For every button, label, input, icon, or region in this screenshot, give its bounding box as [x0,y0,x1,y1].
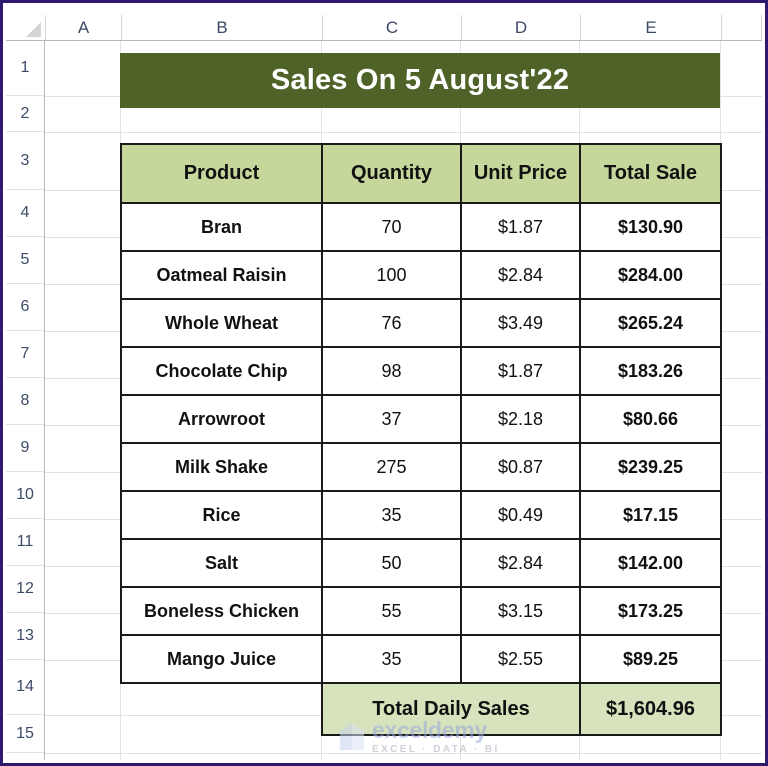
table-row[interactable]: Boneless Chicken 55 $3.15 $173.25 [120,586,722,636]
table-row[interactable]: Milk Shake 275 $0.87 $239.25 [120,442,722,492]
row-header-7[interactable]: 7 [6,331,44,378]
cell-product[interactable]: Bran [120,202,323,252]
cell-quantity[interactable]: 50 [321,538,462,588]
row-header-strip: 1 2 3 4 5 6 7 8 9 10 11 12 13 14 15 [6,41,45,760]
cell-unit-price[interactable]: $2.18 [460,394,581,444]
cell-total-sale[interactable]: $89.25 [579,634,722,684]
column-header-total-sale: Total Sale [579,143,722,204]
cell-unit-price[interactable]: $2.84 [460,538,581,588]
cell-unit-price[interactable]: $0.49 [460,490,581,540]
cell-quantity[interactable]: 98 [321,346,462,396]
cell-product[interactable]: Chocolate Chip [120,346,323,396]
gridline-horizontal-2 [45,132,762,133]
row-header-14[interactable]: 14 [6,660,44,715]
cell-total-sale[interactable]: $239.25 [579,442,722,492]
cell-total-sale[interactable]: $265.24 [579,298,722,348]
column-header-b[interactable]: B [122,15,323,40]
column-header-unit-price: Unit Price [460,143,581,204]
page-title: Sales On 5 August'22 [270,64,570,96]
cell-unit-price[interactable]: $0.87 [460,442,581,492]
cell-quantity[interactable]: 35 [321,490,462,540]
table-row[interactable]: Salt 50 $2.84 $142.00 [120,538,722,588]
cell-total-sale[interactable]: $80.66 [579,394,722,444]
cell-product[interactable]: Oatmeal Raisin [120,250,323,300]
column-header-e[interactable]: E [581,15,722,40]
sales-table: Product Quantity Unit Price Total Sale B… [120,143,722,736]
cell-total-sale[interactable]: $284.00 [579,250,722,300]
cell-quantity[interactable]: 100 [321,250,462,300]
table-row[interactable]: Whole Wheat 76 $3.49 $265.24 [120,298,722,348]
column-header-f-partial[interactable] [722,15,762,40]
select-all-triangle-icon [26,22,41,37]
sheet-title-banner: Sales On 5 August'22 [120,53,720,108]
row-header-1[interactable]: 1 [6,41,44,96]
row-header-9[interactable]: 9 [6,425,44,472]
table-row[interactable]: Bran 70 $1.87 $130.90 [120,202,722,252]
cell-quantity[interactable]: 37 [321,394,462,444]
column-header-c[interactable]: C [323,15,462,40]
row-header-4[interactable]: 4 [6,190,44,237]
cell-product[interactable]: Boneless Chicken [120,586,323,636]
table-row[interactable]: Mango Juice 35 $2.55 $89.25 [120,634,722,684]
cell-product[interactable]: Rice [120,490,323,540]
cell-total-sale[interactable]: $130.90 [579,202,722,252]
spreadsheet-window: A B C D E 1 2 3 4 5 6 7 8 9 10 11 12 13 … [0,0,768,766]
cell-unit-price[interactable]: $2.84 [460,250,581,300]
column-header-d[interactable]: D [462,15,581,40]
column-header-strip: A B C D E [6,15,762,41]
cell-unit-price[interactable]: $1.87 [460,346,581,396]
table-header-row: Product Quantity Unit Price Total Sale [120,143,722,204]
cell-quantity[interactable]: 275 [321,442,462,492]
cell-quantity[interactable]: 55 [321,586,462,636]
column-header-a[interactable]: A [46,15,122,40]
column-header-quantity: Quantity [321,143,462,204]
cell-product[interactable]: Arrowroot [120,394,323,444]
column-header-product: Product [120,143,323,204]
table-row[interactable]: Arrowroot 37 $2.18 $80.66 [120,394,722,444]
cell-product[interactable]: Mango Juice [120,634,323,684]
row-header-8[interactable]: 8 [6,378,44,425]
cell-quantity[interactable]: 70 [321,202,462,252]
table-row[interactable]: Chocolate Chip 98 $1.87 $183.26 [120,346,722,396]
gridline-horizontal-15 [45,753,762,754]
total-row-empty-cell [121,683,322,735]
cell-total-sale[interactable]: $173.25 [579,586,722,636]
table-row[interactable]: Rice 35 $0.49 $17.15 [120,490,722,540]
row-header-5[interactable]: 5 [6,237,44,284]
select-all-corner[interactable] [6,15,46,40]
table-body: Bran 70 $1.87 $130.90 Oatmeal Raisin 100… [120,202,722,736]
cell-total-sale[interactable]: $17.15 [579,490,722,540]
total-daily-sales-label: Total Daily Sales [321,682,581,736]
row-header-6[interactable]: 6 [6,284,44,331]
row-header-10[interactable]: 10 [6,472,44,519]
row-header-13[interactable]: 13 [6,613,44,660]
cell-quantity[interactable]: 76 [321,298,462,348]
table-row[interactable]: Oatmeal Raisin 100 $2.84 $284.00 [120,250,722,300]
cell-product[interactable]: Salt [120,538,323,588]
total-daily-sales-value[interactable]: $1,604.96 [579,682,722,736]
cell-unit-price[interactable]: $2.55 [460,634,581,684]
cell-unit-price[interactable]: $1.87 [460,202,581,252]
row-header-15[interactable]: 15 [6,715,44,753]
row-header-12[interactable]: 12 [6,566,44,613]
row-header-11[interactable]: 11 [6,519,44,566]
row-header-2[interactable]: 2 [6,96,44,132]
cell-product[interactable]: Whole Wheat [120,298,323,348]
cell-unit-price[interactable]: $3.49 [460,298,581,348]
cell-unit-price[interactable]: $3.15 [460,586,581,636]
cell-product[interactable]: Milk Shake [120,442,323,492]
cell-total-sale[interactable]: $142.00 [579,538,722,588]
total-row[interactable]: Total Daily Sales $1,604.96 [121,682,722,736]
cell-total-sale[interactable]: $183.26 [579,346,722,396]
row-header-3[interactable]: 3 [6,132,44,190]
cell-quantity[interactable]: 35 [321,634,462,684]
